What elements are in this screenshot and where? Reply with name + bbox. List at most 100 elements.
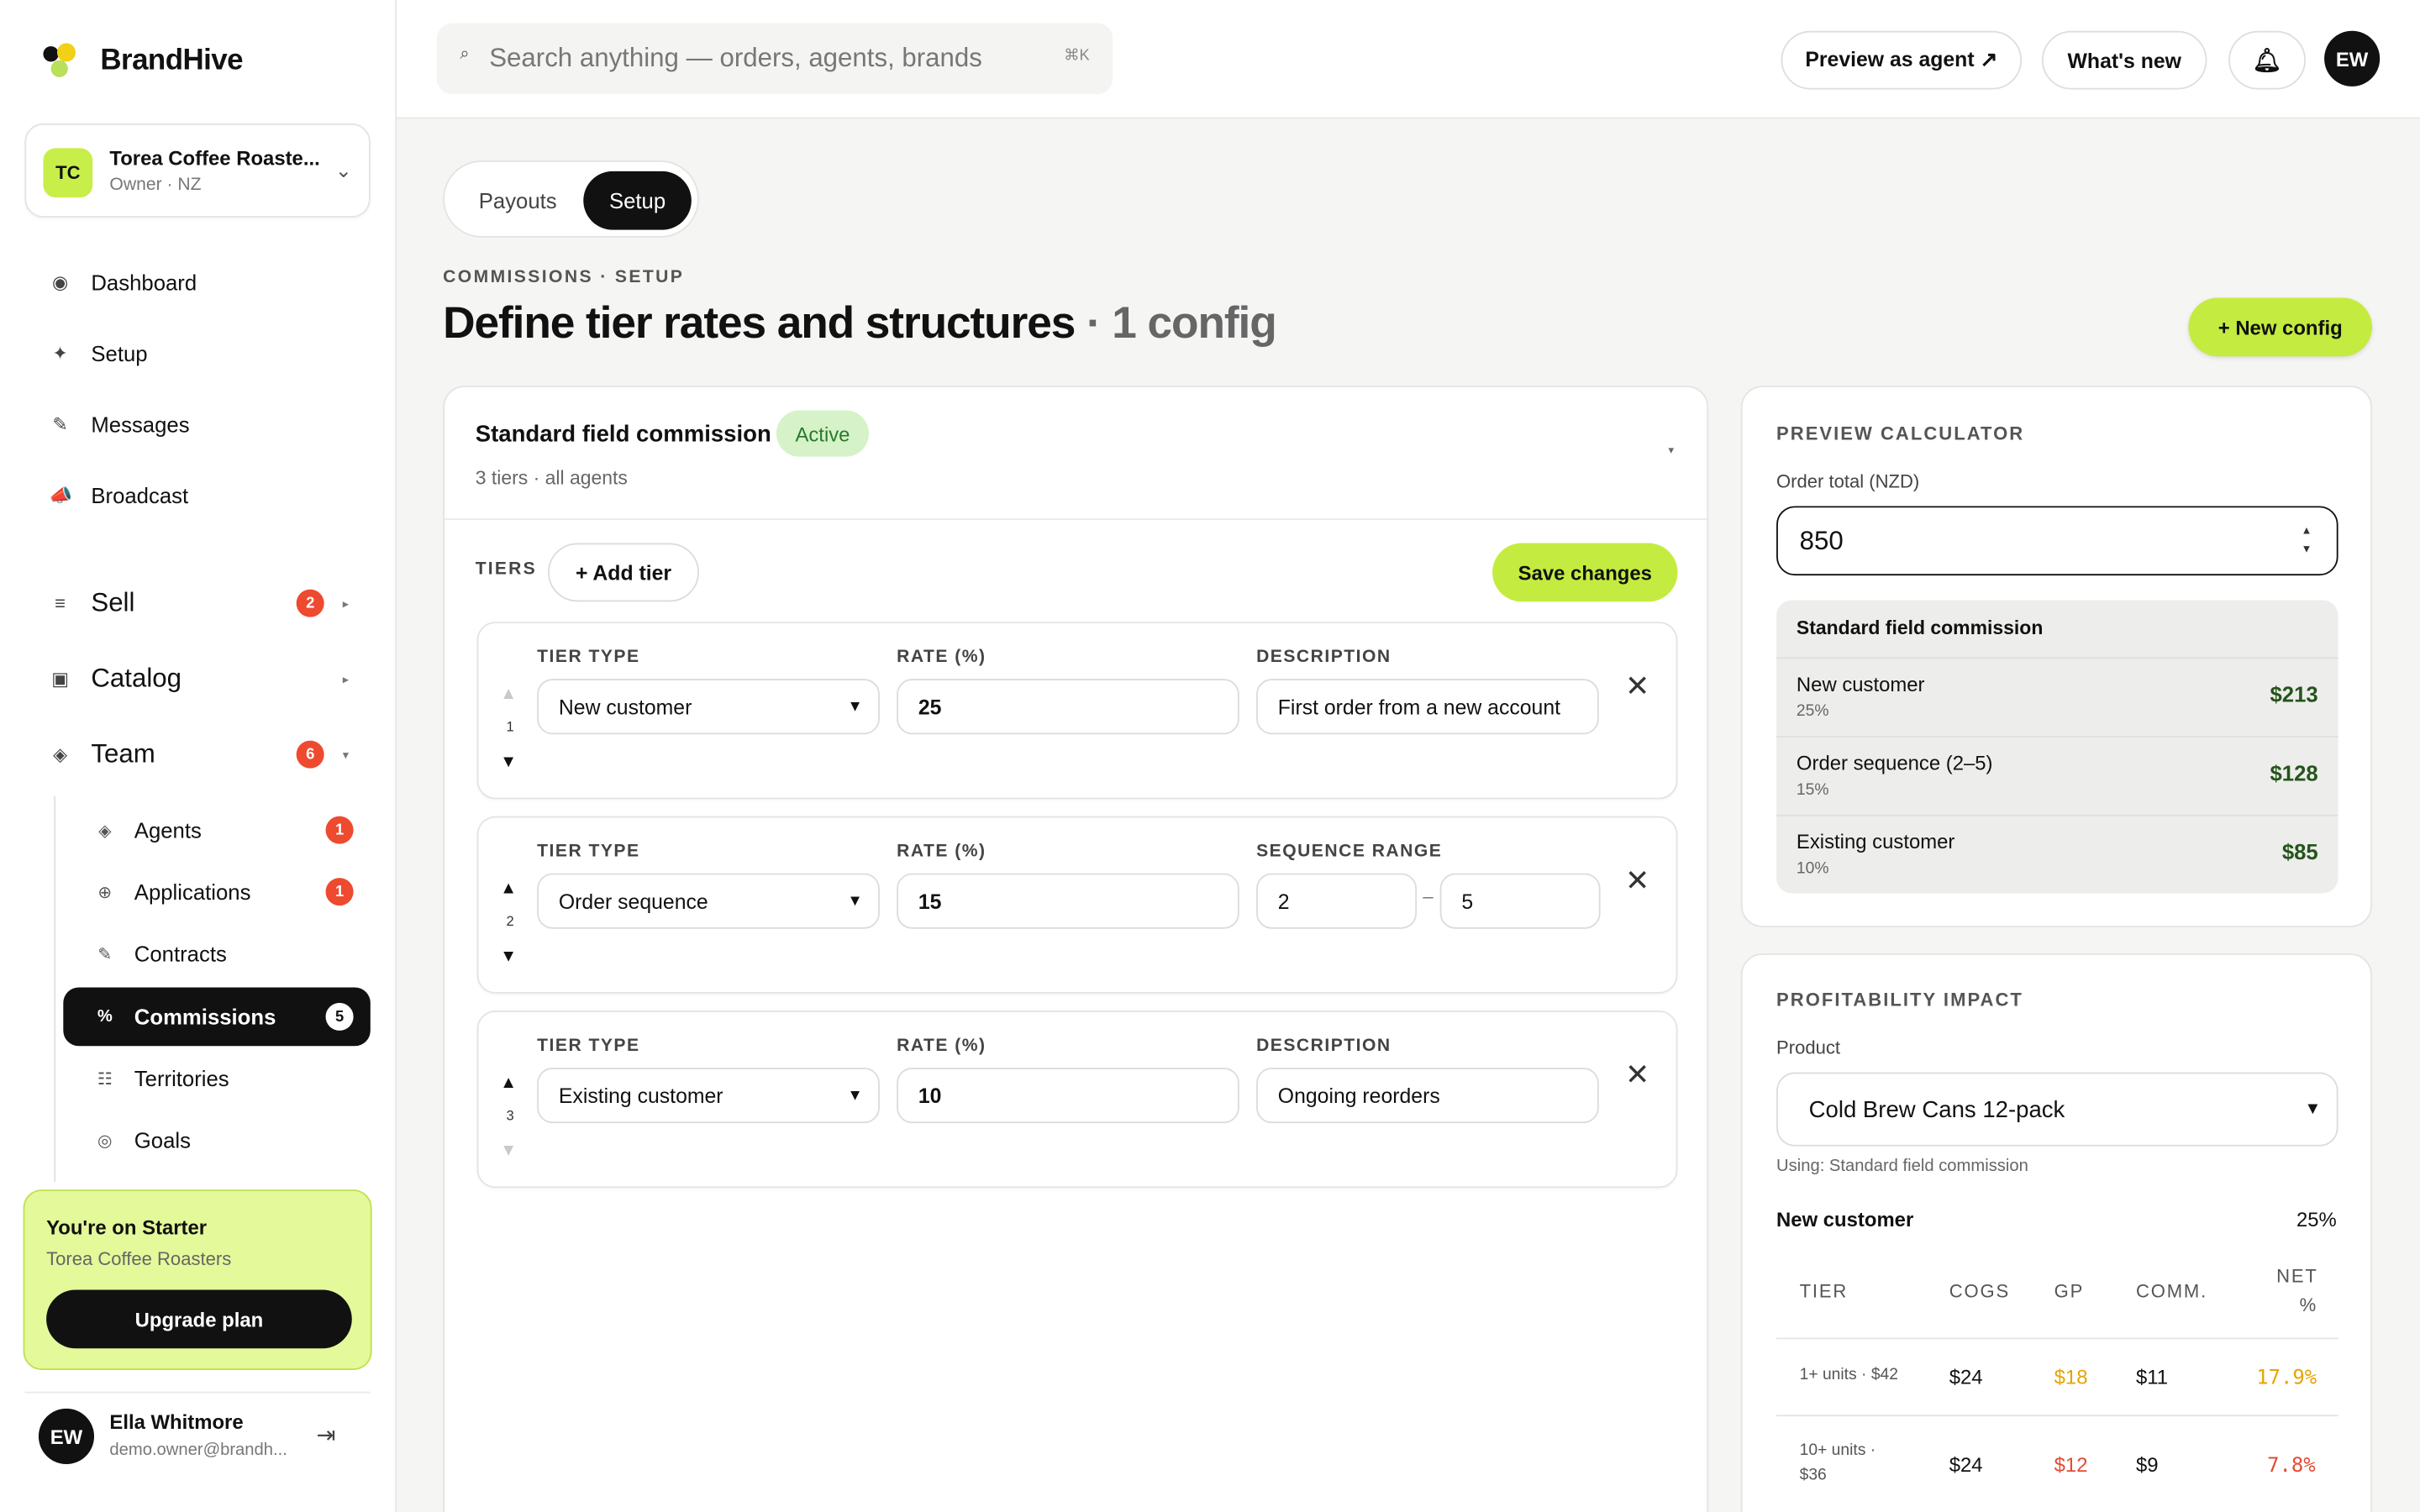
tab-payouts[interactable]: Payouts [457,171,579,230]
tier-row: ▲ 2 ▼ TIER TYPE RATE (%) SEQUENCE RANGE … [476,816,1678,994]
sidebar-item-commissions[interactable]: % Commissions 5 [63,987,371,1047]
chevron-down-icon: ▼ [2304,1100,2322,1119]
rate-input[interactable]: 25 [897,679,1239,735]
search-placeholder: Search anything — orders, agents, brands [489,43,982,73]
collapse-caret-icon[interactable]: ▾ [1668,444,1673,457]
tier-row: ▲ 1 ▼ TIER TYPE RATE (%) DESCRIPTION New… [476,622,1678,800]
search-icon: ⌕ [460,45,470,64]
description-input[interactable]: First order from a new account [1256,679,1599,735]
section-label: Team [91,738,155,769]
tier-type-select[interactable]: Existing customer ▼ [537,1067,880,1124]
close-icon[interactable]: ✕ [1625,864,1649,900]
close-icon[interactable]: ✕ [1625,669,1649,705]
section-catalog[interactable]: ▣ Catalog ▸ [50,664,358,695]
gp-cell: $12 [2054,1453,2088,1477]
bell-icon[interactable]: 🔔︎ [2228,30,2307,90]
nav-broadcast[interactable]: 📣 Broadcast [50,483,188,507]
whats-new-button[interactable]: What's new [2041,30,2207,90]
range-from-input[interactable]: 2 [1256,873,1418,929]
sidebar-item-label: Applications [134,879,251,905]
table-row: 1+ units · $42 $24 $18 $11 17.9% [1776,1337,2338,1415]
profitability-card: PROFITABILITY IMPACT Product Cold Brew C… [1740,953,2373,1512]
profitability-heading: PROFITABILITY IMPACT [1776,989,2023,1011]
catalog-icon: ▣ [51,668,70,690]
plan-card: You're on Starter Torea Coffee Roasters … [23,1189,372,1370]
result-percent: 25% [1796,701,1829,721]
product-label: Product [1776,1037,1841,1058]
description-input[interactable]: Ongoing reorders [1256,1067,1599,1124]
move-up-icon[interactable]: ▲ [500,1074,517,1092]
tier-name: New customer [1776,1208,1914,1231]
move-up-icon[interactable]: ▲ [500,685,517,703]
col-header-cogs: COGS [1949,1280,2011,1303]
caret-down-icon: ▾ [342,747,350,762]
results-config-name: Standard field commission [1796,617,2044,639]
percent-icon: % [97,1007,113,1026]
preview-as-agent-button[interactable]: Preview as agent ↗ [1781,30,2023,90]
range-to-input[interactable]: 5 [1439,873,1601,929]
sidebar-item-goals[interactable]: ◎ Goals [63,1110,371,1169]
sidebar-item-applications[interactable]: ⊕ Applications 1 [63,863,371,921]
move-up-icon[interactable]: ▲ [500,879,517,898]
section-team[interactable]: ◈ Team 6 ▾ [50,739,358,770]
keyboard-shortcut: ⌘K [1064,47,1090,66]
tier-type-select[interactable]: Order sequence ▼ [537,873,880,929]
close-icon[interactable]: ✕ [1625,1058,1649,1094]
rate-input[interactable]: 15 [897,873,1239,929]
sidebar-item-territories[interactable]: ☷ Territories [63,1049,371,1108]
col-header-comm: COMM. [2135,1280,2208,1303]
move-down-icon[interactable]: ▼ [500,1142,517,1160]
stepper-icon[interactable]: ▲ ▼ [2302,523,2312,560]
logout-icon[interactable]: ⇥ [317,1421,336,1448]
nav-label: Broadcast [91,482,189,508]
rate-label: RATE (%) [897,842,986,861]
product-select[interactable]: Cold Brew Cans 12-pack ▼ [1776,1072,2338,1147]
sidebar-item-agents[interactable]: ◈ Agents 1 [63,801,371,859]
upgrade-plan-button[interactable]: Upgrade plan [46,1289,352,1349]
move-down-icon[interactable]: ▼ [500,753,517,771]
user-email: demo.owner@brandh... [109,1441,287,1460]
section-label: Catalog [91,663,182,693]
pencil-icon: ✎ [52,413,68,435]
calculator-results: Standard field commission New customer 2… [1776,600,2338,894]
new-config-button[interactable]: + New config [2188,297,2373,357]
tier-number: 1 [506,718,514,735]
tier-type-select[interactable]: New customer ▼ [537,679,880,735]
avatar[interactable]: EW [2324,30,2381,87]
brand-logo[interactable]: BrandHive [43,43,244,80]
rate-input[interactable]: 10 [897,1067,1239,1124]
caret-right-icon: ▸ [342,671,350,686]
breadcrumb: COMMISSIONS · SETUP [443,268,685,287]
order-total-input[interactable]: 850 ▲ ▼ [1776,506,2338,576]
view-toggle: Payouts Setup [443,160,700,238]
nav-messages[interactable]: ✎ Messages [50,412,189,436]
comm-cell: $9 [2135,1453,2159,1477]
plan-org: Torea Coffee Roasters [46,1247,232,1270]
move-down-icon[interactable]: ▼ [500,948,517,966]
nav-setup[interactable]: ✦ Setup [50,341,147,365]
tier-cell: 1+ units · $42 [1799,1365,1898,1384]
org-switcher[interactable]: TC Torea Coffee Roaste... Owner · NZ ⌄ [24,123,371,218]
result-row: New customer 25% $213 [1776,657,2338,734]
tier-cell-line1: 10+ units · [1799,1441,1876,1460]
top-bar: ⌕ Search anything — orders, agents, bran… [397,0,2420,119]
tiers-heading: TIERS [475,559,537,579]
nav-dashboard[interactable]: ◉ Dashboard [50,270,197,294]
net-cell: 17.9% [2256,1367,2317,1390]
plus-circle-icon: ⊕ [97,883,113,902]
divider [24,1391,371,1394]
col-header-net: NET [2276,1265,2318,1287]
col-header-gp: GP [2054,1280,2085,1303]
page-title-text: Define tier rates and structures [443,299,1076,349]
section-sell[interactable]: ≡ Sell 2 ▸ [50,588,358,619]
add-tier-button[interactable]: + Add tier [548,543,700,602]
rate-label: RATE (%) [897,648,986,667]
avatar[interactable]: EW [38,1408,95,1465]
save-changes-button[interactable]: Save changes [1492,543,1678,602]
sidebar-item-contracts[interactable]: ✎ Contracts [63,924,371,983]
applications-count-badge: 1 [325,878,354,906]
tab-setup[interactable]: Setup [583,171,692,230]
cogs-cell: $24 [1949,1453,1983,1477]
search-input[interactable]: ⌕ Search anything — orders, agents, bran… [436,23,1113,95]
description-label: DESCRIPTION [1256,1037,1392,1056]
